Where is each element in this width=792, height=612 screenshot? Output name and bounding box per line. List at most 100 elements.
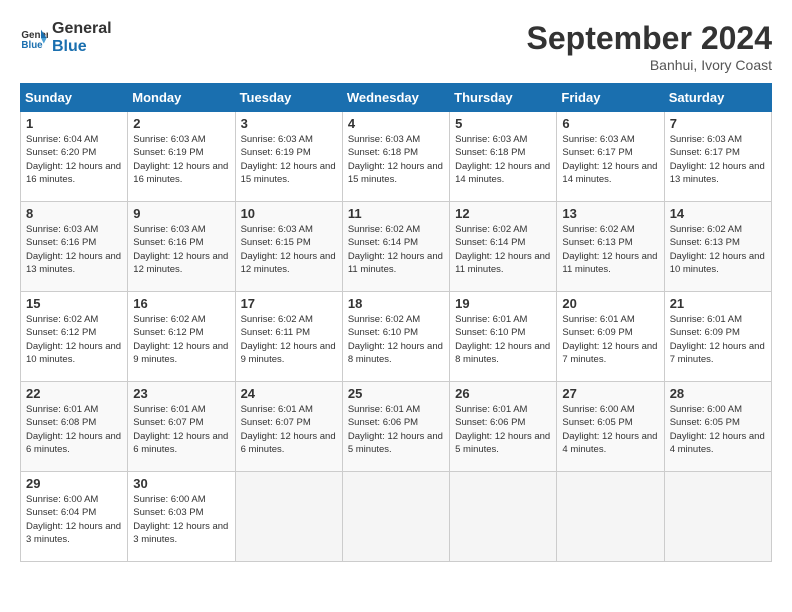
- day-info: Sunrise: 6:00 AM Sunset: 6:05 PM Dayligh…: [562, 403, 658, 456]
- calendar-cell: 8 Sunrise: 6:03 AM Sunset: 6:16 PM Dayli…: [21, 202, 128, 292]
- calendar-cell: 6 Sunrise: 6:03 AM Sunset: 6:17 PM Dayli…: [557, 112, 664, 202]
- page-header: General Blue General Blue September 2024…: [20, 20, 772, 73]
- day-info: Sunrise: 6:03 AM Sunset: 6:18 PM Dayligh…: [455, 133, 551, 186]
- calendar-cell: 13 Sunrise: 6:02 AM Sunset: 6:13 PM Dayl…: [557, 202, 664, 292]
- day-info: Sunrise: 6:00 AM Sunset: 6:04 PM Dayligh…: [26, 493, 122, 546]
- calendar-cell: 27 Sunrise: 6:00 AM Sunset: 6:05 PM Dayl…: [557, 382, 664, 472]
- day-number: 16: [133, 296, 229, 311]
- weekday-header-saturday: Saturday: [664, 84, 771, 112]
- calendar-cell: 30 Sunrise: 6:00 AM Sunset: 6:03 PM Dayl…: [128, 472, 235, 562]
- day-info: Sunrise: 6:03 AM Sunset: 6:16 PM Dayligh…: [26, 223, 122, 276]
- calendar-cell: 2 Sunrise: 6:03 AM Sunset: 6:19 PM Dayli…: [128, 112, 235, 202]
- calendar-cell: 12 Sunrise: 6:02 AM Sunset: 6:14 PM Dayl…: [450, 202, 557, 292]
- day-info: Sunrise: 6:04 AM Sunset: 6:20 PM Dayligh…: [26, 133, 122, 186]
- calendar-cell: 5 Sunrise: 6:03 AM Sunset: 6:18 PM Dayli…: [450, 112, 557, 202]
- day-info: Sunrise: 6:03 AM Sunset: 6:17 PM Dayligh…: [562, 133, 658, 186]
- day-number: 11: [348, 206, 444, 221]
- calendar-cell: 16 Sunrise: 6:02 AM Sunset: 6:12 PM Dayl…: [128, 292, 235, 382]
- day-number: 7: [670, 116, 766, 131]
- day-info: Sunrise: 6:01 AM Sunset: 6:06 PM Dayligh…: [348, 403, 444, 456]
- day-number: 5: [455, 116, 551, 131]
- calendar-cell: 22 Sunrise: 6:01 AM Sunset: 6:08 PM Dayl…: [21, 382, 128, 472]
- day-number: 2: [133, 116, 229, 131]
- day-number: 15: [26, 296, 122, 311]
- day-number: 29: [26, 476, 122, 491]
- day-info: Sunrise: 6:01 AM Sunset: 6:09 PM Dayligh…: [562, 313, 658, 366]
- day-number: 23: [133, 386, 229, 401]
- calendar-cell: 14 Sunrise: 6:02 AM Sunset: 6:13 PM Dayl…: [664, 202, 771, 292]
- title-area: September 2024 Banhui, Ivory Coast: [527, 20, 772, 73]
- day-number: 10: [241, 206, 337, 221]
- day-number: 28: [670, 386, 766, 401]
- calendar-cell: 18 Sunrise: 6:02 AM Sunset: 6:10 PM Dayl…: [342, 292, 449, 382]
- day-number: 13: [562, 206, 658, 221]
- weekday-header-tuesday: Tuesday: [235, 84, 342, 112]
- day-info: Sunrise: 6:03 AM Sunset: 6:15 PM Dayligh…: [241, 223, 337, 276]
- calendar-cell: 10 Sunrise: 6:03 AM Sunset: 6:15 PM Dayl…: [235, 202, 342, 292]
- logo-icon: General Blue: [20, 24, 48, 52]
- calendar-cell: 24 Sunrise: 6:01 AM Sunset: 6:07 PM Dayl…: [235, 382, 342, 472]
- weekday-header-row: SundayMondayTuesdayWednesdayThursdayFrid…: [21, 84, 772, 112]
- day-info: Sunrise: 6:02 AM Sunset: 6:10 PM Dayligh…: [348, 313, 444, 366]
- day-number: 1: [26, 116, 122, 131]
- day-info: Sunrise: 6:03 AM Sunset: 6:19 PM Dayligh…: [241, 133, 337, 186]
- calendar-cell: 7 Sunrise: 6:03 AM Sunset: 6:17 PM Dayli…: [664, 112, 771, 202]
- day-info: Sunrise: 6:02 AM Sunset: 6:12 PM Dayligh…: [26, 313, 122, 366]
- calendar-cell: 11 Sunrise: 6:02 AM Sunset: 6:14 PM Dayl…: [342, 202, 449, 292]
- day-number: 25: [348, 386, 444, 401]
- day-number: 24: [241, 386, 337, 401]
- calendar-cell: [557, 472, 664, 562]
- logo: General Blue General Blue: [20, 20, 112, 56]
- day-number: 18: [348, 296, 444, 311]
- svg-text:Blue: Blue: [21, 40, 43, 51]
- day-info: Sunrise: 6:03 AM Sunset: 6:19 PM Dayligh…: [133, 133, 229, 186]
- calendar-cell: 9 Sunrise: 6:03 AM Sunset: 6:16 PM Dayli…: [128, 202, 235, 292]
- day-info: Sunrise: 6:00 AM Sunset: 6:05 PM Dayligh…: [670, 403, 766, 456]
- day-info: Sunrise: 6:00 AM Sunset: 6:03 PM Dayligh…: [133, 493, 229, 546]
- weekday-header-wednesday: Wednesday: [342, 84, 449, 112]
- day-number: 19: [455, 296, 551, 311]
- day-number: 3: [241, 116, 337, 131]
- day-info: Sunrise: 6:03 AM Sunset: 6:16 PM Dayligh…: [133, 223, 229, 276]
- calendar-week-2: 8 Sunrise: 6:03 AM Sunset: 6:16 PM Dayli…: [21, 202, 772, 292]
- calendar-cell: 28 Sunrise: 6:00 AM Sunset: 6:05 PM Dayl…: [664, 382, 771, 472]
- day-info: Sunrise: 6:01 AM Sunset: 6:07 PM Dayligh…: [241, 403, 337, 456]
- day-number: 14: [670, 206, 766, 221]
- day-info: Sunrise: 6:02 AM Sunset: 6:13 PM Dayligh…: [562, 223, 658, 276]
- calendar-week-5: 29 Sunrise: 6:00 AM Sunset: 6:04 PM Dayl…: [21, 472, 772, 562]
- day-info: Sunrise: 6:02 AM Sunset: 6:14 PM Dayligh…: [455, 223, 551, 276]
- day-info: Sunrise: 6:02 AM Sunset: 6:12 PM Dayligh…: [133, 313, 229, 366]
- day-number: 8: [26, 206, 122, 221]
- calendar-cell: [342, 472, 449, 562]
- calendar-week-1: 1 Sunrise: 6:04 AM Sunset: 6:20 PM Dayli…: [21, 112, 772, 202]
- day-info: Sunrise: 6:02 AM Sunset: 6:11 PM Dayligh…: [241, 313, 337, 366]
- month-title: September 2024: [527, 20, 772, 57]
- day-info: Sunrise: 6:01 AM Sunset: 6:08 PM Dayligh…: [26, 403, 122, 456]
- day-info: Sunrise: 6:02 AM Sunset: 6:13 PM Dayligh…: [670, 223, 766, 276]
- calendar-cell: 4 Sunrise: 6:03 AM Sunset: 6:18 PM Dayli…: [342, 112, 449, 202]
- day-info: Sunrise: 6:01 AM Sunset: 6:10 PM Dayligh…: [455, 313, 551, 366]
- calendar-cell: 19 Sunrise: 6:01 AM Sunset: 6:10 PM Dayl…: [450, 292, 557, 382]
- weekday-header-monday: Monday: [128, 84, 235, 112]
- calendar-cell: [450, 472, 557, 562]
- day-number: 21: [670, 296, 766, 311]
- day-info: Sunrise: 6:01 AM Sunset: 6:06 PM Dayligh…: [455, 403, 551, 456]
- calendar-cell: 15 Sunrise: 6:02 AM Sunset: 6:12 PM Dayl…: [21, 292, 128, 382]
- day-number: 26: [455, 386, 551, 401]
- day-info: Sunrise: 6:01 AM Sunset: 6:09 PM Dayligh…: [670, 313, 766, 366]
- day-number: 17: [241, 296, 337, 311]
- weekday-header-friday: Friday: [557, 84, 664, 112]
- calendar-cell: 17 Sunrise: 6:02 AM Sunset: 6:11 PM Dayl…: [235, 292, 342, 382]
- calendar-cell: [235, 472, 342, 562]
- day-number: 22: [26, 386, 122, 401]
- calendar-week-4: 22 Sunrise: 6:01 AM Sunset: 6:08 PM Dayl…: [21, 382, 772, 472]
- day-info: Sunrise: 6:03 AM Sunset: 6:17 PM Dayligh…: [670, 133, 766, 186]
- calendar-cell: 29 Sunrise: 6:00 AM Sunset: 6:04 PM Dayl…: [21, 472, 128, 562]
- weekday-header-sunday: Sunday: [21, 84, 128, 112]
- calendar-cell: 1 Sunrise: 6:04 AM Sunset: 6:20 PM Dayli…: [21, 112, 128, 202]
- logo-general: General: [52, 20, 112, 38]
- calendar-cell: 3 Sunrise: 6:03 AM Sunset: 6:19 PM Dayli…: [235, 112, 342, 202]
- calendar-cell: [664, 472, 771, 562]
- weekday-header-thursday: Thursday: [450, 84, 557, 112]
- day-number: 4: [348, 116, 444, 131]
